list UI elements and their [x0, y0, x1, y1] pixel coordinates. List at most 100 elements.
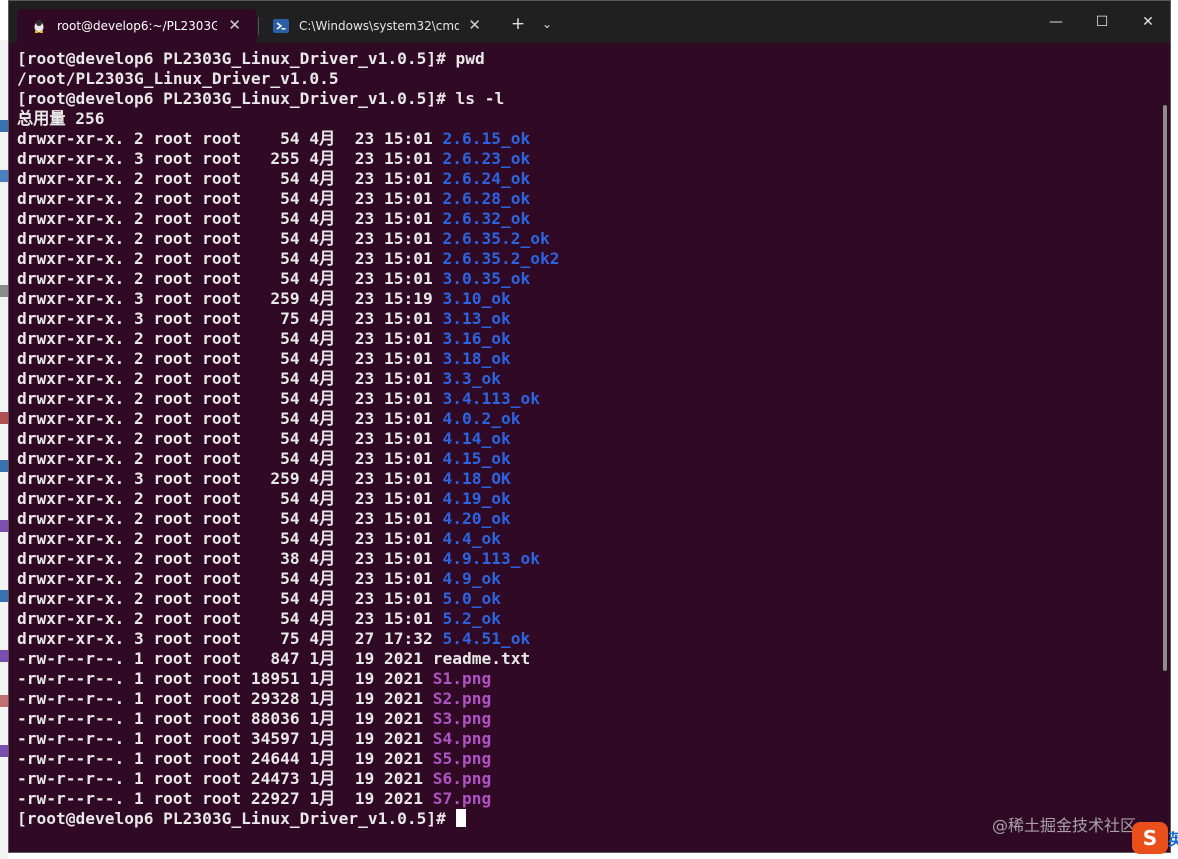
terminal-line: drwxr-xr-x. 2 root root 54 4月 23 15:01 4… — [17, 509, 511, 529]
directory-name: 3.13_ok — [442, 309, 511, 328]
terminal-line: drwxr-xr-x. 2 root root 54 4月 23 15:01 4… — [17, 529, 501, 549]
listing-details: drwxr-xr-x. 3 root root 255 4月 23 15:01 — [17, 149, 443, 168]
directory-name: 2.6.24_ok — [442, 169, 531, 188]
listing-details: -rw-r--r--. 1 root root 18951 1月 19 2021 — [17, 669, 433, 688]
tab-linux-ssh[interactable]: root@develop6:~/PL2303G_Li ✕ — [17, 9, 257, 43]
terminal-line: drwxr-xr-x. 2 root root 54 4月 23 15:01 2… — [17, 209, 530, 229]
directory-name: 5.2_ok — [442, 609, 501, 628]
directory-name: 4.4_ok — [442, 529, 501, 548]
terminal-line: drwxr-xr-x. 2 root root 54 4月 23 15:01 4… — [17, 489, 511, 509]
listing-details: -rw-r--r--. 1 root root 29328 1月 19 2021 — [17, 689, 433, 708]
listing-details: drwxr-xr-x. 2 root root 54 4月 23 15:01 — [17, 169, 443, 188]
linux-tux-icon — [31, 18, 47, 34]
new-tab-button[interactable]: + — [505, 9, 531, 39]
terminal-line: drwxr-xr-x. 2 root root 54 4月 23 15:01 4… — [17, 569, 501, 589]
title-bar: root@develop6:~/PL2303G_Li ✕ C:\Windows\… — [9, 1, 1170, 43]
terminal-line: drwxr-xr-x. 2 root root 54 4月 23 15:01 2… — [17, 169, 530, 189]
terminal-line: drwxr-xr-x. 3 root root 75 4月 27 17:32 5… — [17, 629, 530, 649]
terminal-line: [root@develop6 PL2303G_Linux_Driver_v1.0… — [17, 89, 504, 109]
directory-name: 2.6.28_ok — [442, 189, 531, 208]
directory-name: 5.0_ok — [442, 589, 501, 608]
listing-details: -rw-r--r--. 1 root root 24644 1月 19 2021 — [17, 749, 433, 768]
terminal-line: drwxr-xr-x. 2 root root 54 4月 23 15:01 2… — [17, 249, 559, 269]
listing-details: drwxr-xr-x. 3 root root 75 4月 23 15:01 — [17, 309, 443, 328]
terminal-line: drwxr-xr-x. 3 root root 255 4月 23 15:01 … — [17, 149, 530, 169]
listing-details: drwxr-xr-x. 2 root root 54 4月 23 15:01 — [17, 229, 443, 248]
scrollbar[interactable] — [1163, 105, 1167, 671]
terminal-line: drwxr-xr-x. 2 root root 54 4月 23 15:01 3… — [17, 389, 540, 409]
directory-name: 2.6.32_ok — [442, 209, 531, 228]
minimize-button[interactable]: — — [1033, 1, 1079, 43]
listing-details: -rw-r--r--. 1 root root 22927 1月 19 2021 — [17, 789, 433, 808]
terminal-line: -rw-r--r--. 1 root root 34597 1月 19 2021… — [17, 729, 491, 749]
terminal-line: drwxr-xr-x. 3 root root 259 4月 23 15:01 … — [17, 469, 511, 489]
terminal-line: -rw-r--r--. 1 root root 88036 1月 19 2021… — [17, 709, 491, 729]
listing-details: -rw-r--r--. 1 root root 34597 1月 19 2021 — [17, 729, 433, 748]
directory-name: 3.18_ok — [442, 349, 511, 368]
terminal-line: drwxr-xr-x. 2 root root 54 4月 23 15:01 3… — [17, 269, 530, 289]
tab-cmd[interactable]: C:\Windows\system32\cmd.ex ✕ — [259, 9, 497, 43]
terminal-line: drwxr-xr-x. 2 root root 54 4月 23 15:01 5… — [17, 609, 501, 629]
tab-close-icon[interactable]: ✕ — [468, 17, 481, 33]
listing-details: drwxr-xr-x. 2 root root 54 4月 23 15:01 — [17, 189, 443, 208]
terminal-line: drwxr-xr-x. 2 root root 38 4月 23 15:01 4… — [17, 549, 540, 569]
maximize-button[interactable]: ☐ — [1079, 1, 1125, 43]
prompt-text: [root@develop6 PL2303G_Linux_Driver_v1.0… — [17, 809, 456, 828]
directory-name: 2.6.35.2_ok — [442, 229, 550, 248]
listing-details: drwxr-xr-x. 2 root root 54 4月 23 15:01 — [17, 409, 443, 428]
terminal-line: drwxr-xr-x. 2 root root 54 4月 23 15:01 3… — [17, 349, 511, 369]
terminal-line: drwxr-xr-x. 2 root root 54 4月 23 15:01 5… — [17, 589, 501, 609]
directory-name: 4.15_ok — [442, 449, 511, 468]
terminal-line: -rw-r--r--. 1 root root 24473 1月 19 2021… — [17, 769, 491, 789]
listing-details: drwxr-xr-x. 2 root root 54 4月 23 15:01 — [17, 369, 443, 388]
line-text: /root/PL2303G_Linux_Driver_v1.0.5 — [17, 69, 339, 88]
terminal-line: 总用量 256 — [17, 109, 105, 129]
directory-name: 4.18_OK — [442, 469, 511, 488]
ime-mode-label: 英 — [1168, 830, 1178, 849]
terminal-line: -rw-r--r--. 1 root root 18951 1月 19 2021… — [17, 669, 491, 689]
directory-name: 3.0.35_ok — [442, 269, 531, 288]
listing-details: drwxr-xr-x. 2 root root 54 4月 23 15:01 — [17, 569, 443, 588]
file-name: readme.txt — [432, 649, 531, 668]
file-name: S6.png — [432, 769, 492, 788]
terminal-line: /root/PL2303G_Linux_Driver_v1.0.5 — [17, 69, 339, 89]
terminal-line: drwxr-xr-x. 3 root root 259 4月 23 15:19 … — [17, 289, 511, 309]
ime-badge-icon[interactable]: S — [1132, 822, 1168, 854]
prompt-line[interactable]: [root@develop6 PL2303G_Linux_Driver_v1.0… — [17, 809, 466, 829]
terminal-line: -rw-r--r--. 1 root root 29328 1月 19 2021… — [17, 689, 491, 709]
file-name: S4.png — [432, 729, 492, 748]
listing-details: drwxr-xr-x. 3 root root 75 4月 27 17:32 — [17, 629, 443, 648]
directory-name: 4.9.113_ok — [442, 549, 540, 568]
directory-name: 4.20_ok — [442, 509, 511, 528]
terminal-line: -rw-r--r--. 1 root root 847 1月 19 2021 r… — [17, 649, 530, 669]
close-window-button[interactable]: ✕ — [1125, 1, 1171, 43]
listing-details: drwxr-xr-x. 2 root root 38 4月 23 15:01 — [17, 549, 443, 568]
listing-details: drwxr-xr-x. 3 root root 259 4月 23 15:19 — [17, 289, 443, 308]
listing-details: drwxr-xr-x. 2 root root 54 4月 23 15:01 — [17, 449, 443, 468]
terminal-line: drwxr-xr-x. 2 root root 54 4月 23 15:01 3… — [17, 369, 501, 389]
directory-name: 3.10_ok — [442, 289, 511, 308]
listing-details: drwxr-xr-x. 2 root root 54 4月 23 15:01 — [17, 509, 443, 528]
directory-name: 3.3_ok — [442, 369, 501, 388]
listing-details: drwxr-xr-x. 2 root root 54 4月 23 15:01 — [17, 269, 443, 288]
terminal-line: -rw-r--r--. 1 root root 22927 1月 19 2021… — [17, 789, 491, 809]
directory-name: 5.4.51_ok — [442, 629, 531, 648]
chevron-down-icon[interactable]: ⌄ — [537, 9, 557, 39]
terminal-output[interactable]: [root@develop6 PL2303G_Linux_Driver_v1.0… — [9, 43, 1159, 852]
listing-details: drwxr-xr-x. 3 root root 259 4月 23 15:01 — [17, 469, 443, 488]
terminal-line: drwxr-xr-x. 2 root root 54 4月 23 15:01 2… — [17, 129, 530, 149]
listing-details: drwxr-xr-x. 2 root root 54 4月 23 15:01 — [17, 349, 443, 368]
listing-details: drwxr-xr-x. 2 root root 54 4月 23 15:01 — [17, 609, 443, 628]
directory-name: 4.14_ok — [442, 429, 511, 448]
file-name: S1.png — [432, 669, 492, 688]
listing-details: drwxr-xr-x. 2 root root 54 4月 23 15:01 — [17, 489, 443, 508]
powershell-icon — [273, 18, 289, 34]
line-text: [root@develop6 PL2303G_Linux_Driver_v1.0… — [17, 49, 485, 68]
file-name: S5.png — [432, 749, 492, 768]
line-text: [root@develop6 PL2303G_Linux_Driver_v1.0… — [17, 89, 505, 108]
terminal-line: drwxr-xr-x. 2 root root 54 4月 23 15:01 4… — [17, 449, 511, 469]
listing-details: -rw-r--r--. 1 root root 88036 1月 19 2021 — [17, 709, 433, 728]
background-window-strip — [0, 40, 8, 859]
listing-details: drwxr-xr-x. 2 root root 54 4月 23 15:01 — [17, 389, 443, 408]
tab-close-icon[interactable]: ✕ — [228, 17, 241, 33]
